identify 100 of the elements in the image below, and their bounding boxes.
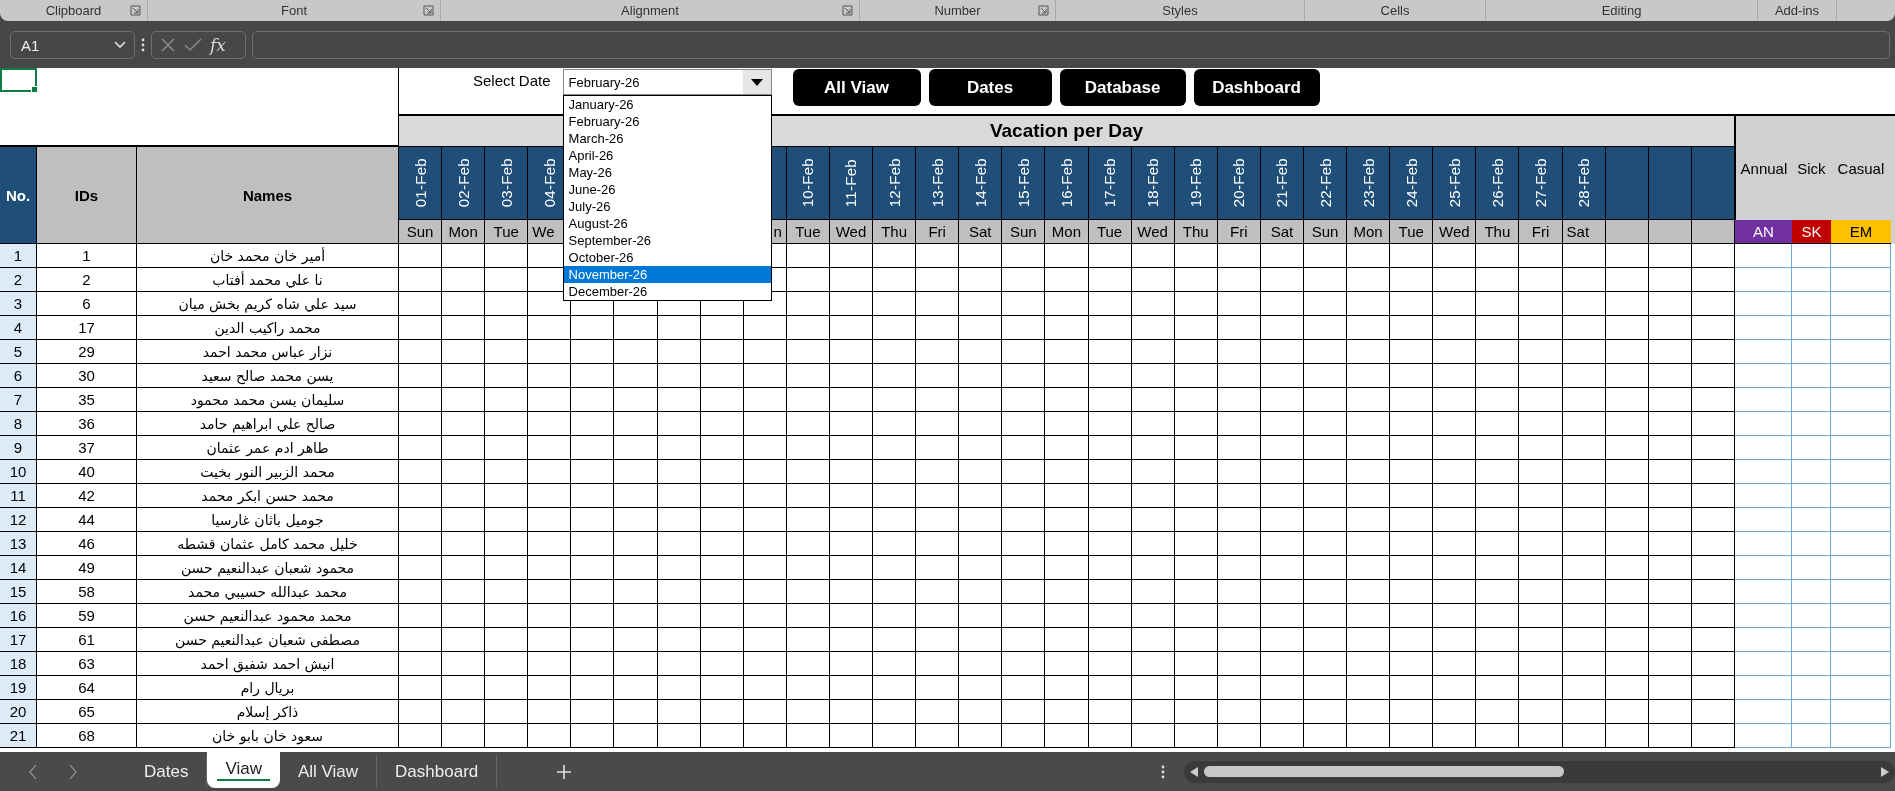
date-header: 14-Feb (971, 158, 989, 208)
day-header: We (532, 223, 555, 240)
table-cell: سليمان يسن محمد محمود (190, 391, 345, 408)
row-number: 14 (9, 559, 27, 576)
date-header: 12-Feb (885, 158, 903, 208)
row-number: 20 (9, 703, 27, 720)
day-header: Tue (493, 223, 519, 240)
day-header: Tue (1096, 223, 1123, 240)
row-number: 4 (13, 319, 23, 336)
date-header: 25-Feb (1445, 158, 1463, 208)
table-cell: 1 (82, 247, 91, 264)
day-header: Sun (1010, 223, 1037, 240)
table-cell: 65 (78, 703, 95, 720)
row-number: 3 (13, 295, 23, 312)
table-cell: 30 (78, 367, 95, 384)
table-cell: 58 (78, 583, 95, 600)
row-number: 9 (13, 439, 23, 456)
date-header: 28-Feb (1575, 158, 1593, 208)
row-number: 7 (13, 391, 23, 408)
table-cell: طاهر ادم عمر عثمان (206, 439, 329, 456)
table-cell: 44 (78, 511, 95, 528)
table-cell: 29 (78, 343, 95, 360)
row-number: 16 (9, 607, 27, 624)
row-number: 13 (9, 535, 27, 552)
table-cell: مصطفى شعبان عبدالنعيم حسن (175, 631, 360, 648)
row-number: 11 (10, 487, 26, 504)
column-header: Names (242, 186, 293, 204)
group-label: Alignment (621, 3, 679, 18)
day-header: Tue (795, 223, 821, 240)
date-header: 27-Feb (1532, 158, 1549, 208)
table-cell: محمد الزبير النور بخيت (200, 463, 335, 480)
table-cell: محمد عبدالله حسيبي محمد (188, 583, 347, 600)
group-label: Styles (1162, 3, 1198, 18)
table-cell: محمد حسن ابكر محمد (201, 487, 334, 504)
row-number: 21 (9, 727, 27, 744)
group-label: Number (934, 3, 981, 18)
row-number: 15 (9, 583, 27, 600)
column-header: No. (5, 186, 31, 204)
date-header: 17-Feb (1101, 158, 1119, 208)
day-header: Wed (1439, 223, 1470, 240)
table-cell: خليل محمد كامل عثمان قشطه (177, 535, 358, 552)
date-header: 19-Feb (1187, 158, 1205, 208)
table-cell: 61 (78, 631, 95, 648)
column-header: Annual (1740, 159, 1788, 177)
day-header: Sat (1270, 223, 1294, 240)
leave-code: SK (1791, 220, 1831, 244)
date-header: 10-Feb (799, 158, 817, 208)
date-header: 23-Feb (1359, 158, 1377, 208)
row-number: 18 (9, 655, 27, 672)
group-label: Font (281, 3, 307, 18)
table-cell: محمد محمود عبدالنعيم حسن (183, 607, 352, 624)
row-number: 19 (9, 679, 27, 696)
date-header: 21-Feb (1273, 158, 1291, 208)
row-number: 12 (9, 511, 27, 528)
date-header: 22-Feb (1316, 158, 1334, 208)
date-header: 26-Feb (1488, 158, 1506, 208)
table-title: Vacation per Day (989, 120, 1143, 142)
table-cell: 36 (78, 415, 95, 432)
day-header: Sun (1311, 223, 1339, 240)
group-label: Cells (1380, 3, 1410, 18)
day-header: Wed (1137, 223, 1168, 240)
row-number: 2 (13, 271, 23, 288)
row-number: 5 (13, 343, 23, 360)
select-date-label: Select Date (473, 72, 551, 89)
table-cell: 42 (78, 487, 95, 504)
table-cell: يسن محمد صالح سعيد (201, 367, 334, 384)
date-header: 03-Feb (497, 158, 515, 208)
day-header: Mon (1353, 223, 1383, 240)
column-header: IDs (74, 186, 99, 204)
day-header: Sat (1566, 223, 1590, 240)
day-header: Tue (1398, 223, 1424, 240)
table-cell: 37 (78, 439, 95, 456)
day-header: Fri (928, 223, 946, 240)
row-number: 1 (13, 247, 23, 264)
table-cell: 59 (78, 607, 95, 624)
day-header: Fri (1531, 223, 1550, 240)
table-cell: 46 (78, 535, 95, 552)
date-header: 18-Feb (1144, 158, 1162, 208)
day-header: n (773, 223, 782, 240)
date-header: 01-Feb (411, 158, 429, 208)
day-header: Wed (835, 223, 867, 240)
day-header: Thu (1484, 223, 1511, 240)
row-number: 10 (9, 463, 27, 480)
table-cell: نزار عباس محمد احمد (202, 343, 333, 360)
date-header: 20-Feb (1230, 158, 1248, 208)
table-cell: نا علي محمد أفتاب (212, 271, 323, 288)
date-header: 24-Feb (1402, 158, 1420, 208)
date-header: 02-Feb (454, 158, 472, 208)
date-header: 04-Feb (540, 158, 558, 208)
day-header: Sun (406, 223, 434, 240)
table-cell: ذاكر إسلام (236, 703, 299, 720)
table-cell: انيش احمد شفيق احمد (200, 655, 335, 672)
date-header: 15-Feb (1014, 158, 1032, 208)
table-cell: 17 (78, 319, 95, 336)
group-label: Editing (1601, 3, 1642, 18)
table-cell: محمد راكيب الدين (214, 319, 321, 336)
row-number: 8 (13, 415, 23, 432)
group-label: Add-ins (1774, 3, 1820, 18)
table-cell: 40 (78, 463, 95, 480)
table-cell: 2 (82, 271, 91, 288)
